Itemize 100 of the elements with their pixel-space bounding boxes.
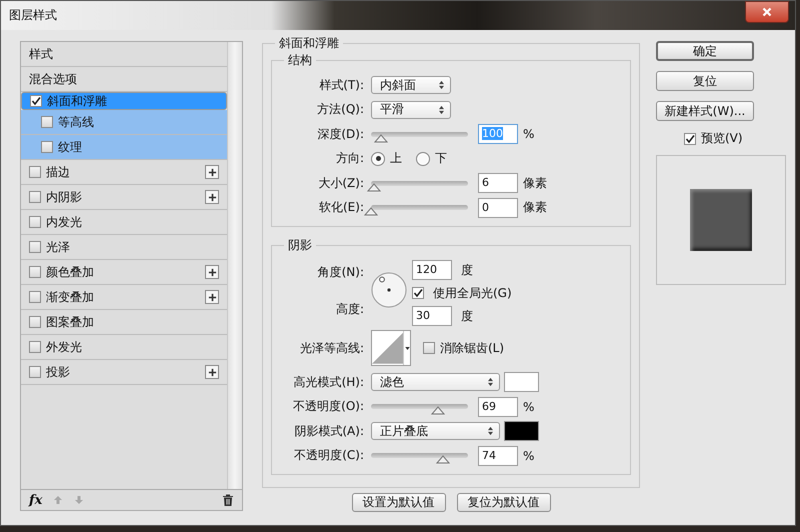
add-button[interactable]	[205, 190, 219, 204]
dropdown[interactable]: 滤色	[371, 373, 500, 392]
checkbox[interactable]	[423, 342, 435, 354]
trash-icon[interactable]	[222, 494, 234, 506]
contour-picker[interactable]	[371, 330, 411, 366]
unit-label: 像素	[523, 174, 547, 192]
field-label: 深度(D):	[316, 126, 365, 143]
checkbox-label: 使用全局光(G)	[433, 284, 512, 302]
sidebar-item[interactable]: 外发光	[21, 335, 227, 360]
add-button[interactable]	[205, 365, 219, 379]
sidebar-item[interactable]: 图案叠加	[21, 310, 227, 335]
field-label: 阴影模式(A):	[293, 422, 365, 440]
field-label: 不透明度(C):	[293, 447, 365, 464]
checkbox[interactable]	[29, 166, 41, 178]
sidebar-item[interactable]: 渐变叠加	[21, 285, 227, 310]
item-label: 渐变叠加	[46, 288, 95, 306]
field-label: 高光模式(H):	[292, 374, 365, 391]
dialog-button[interactable]: 设置为默认值	[352, 493, 446, 512]
number-field[interactable]: 69	[478, 396, 518, 417]
dropdown[interactable]: 平滑	[371, 100, 451, 119]
preview-swatch	[690, 189, 752, 251]
dialog-button[interactable]: 新建样式(W)...	[656, 101, 754, 121]
checkbox[interactable]	[29, 316, 41, 328]
updown-caret-icon	[487, 377, 494, 388]
dropdown[interactable]: 正片叠底	[371, 422, 500, 440]
checkbox[interactable]	[41, 116, 53, 128]
checkbox[interactable]	[29, 366, 41, 378]
unit-label: 度	[461, 262, 473, 278]
sidebar-item[interactable]: 描边	[21, 160, 227, 185]
slider-thumb[interactable]	[374, 134, 388, 143]
slider-thumb[interactable]	[430, 406, 445, 416]
sidebar-item[interactable]: 斜面和浮雕	[21, 92, 227, 110]
checkbox[interactable]	[684, 132, 696, 144]
add-button[interactable]	[205, 290, 219, 304]
dropdown[interactable]: 内斜面	[371, 76, 451, 94]
color-swatch[interactable]	[504, 421, 539, 442]
checkbox[interactable]	[29, 341, 41, 353]
radio-option[interactable]: 上	[371, 150, 402, 168]
number-field[interactable]: 30	[412, 306, 452, 326]
field-label: 角度(N):	[316, 264, 365, 281]
radio-button[interactable]	[416, 152, 430, 166]
unit-label: %	[523, 448, 534, 463]
item-label: 等高线	[58, 114, 95, 130]
list-header: 样式	[29, 46, 54, 62]
checkbox[interactable]	[29, 191, 41, 203]
add-button[interactable]	[205, 165, 219, 179]
angle-dial[interactable]	[371, 272, 407, 308]
item-label: 光泽	[46, 238, 71, 256]
slider-thumb[interactable]	[364, 207, 378, 216]
field-label: 软化(E):	[318, 199, 365, 216]
checkbox[interactable]	[30, 95, 42, 107]
checkbox[interactable]	[29, 216, 41, 228]
down-arrow-icon[interactable]	[74, 495, 84, 505]
unit-label: %	[523, 127, 534, 142]
checkbox-label: 预览(V)	[701, 130, 743, 147]
field-label: 大小(Z):	[317, 174, 365, 192]
close-icon	[762, 6, 772, 16]
caret-icon	[404, 346, 410, 350]
updown-caret-icon	[487, 426, 494, 436]
sidebar-item[interactable]: 纹理	[21, 135, 227, 160]
unit-label: %	[523, 400, 534, 414]
scrollbar[interactable]	[227, 42, 242, 489]
sidebar-item[interactable]: 投影	[21, 360, 227, 385]
updown-caret-icon	[438, 104, 445, 115]
item-label: 内发光	[46, 214, 83, 230]
add-button[interactable]	[205, 265, 219, 279]
checkbox[interactable]	[29, 291, 41, 303]
item-label: 外发光	[46, 338, 83, 356]
sidebar-item[interactable]: 等高线	[21, 110, 227, 135]
sidebar-item[interactable]: 颜色叠加	[21, 260, 227, 285]
group-title: 阴影	[287, 237, 313, 254]
radio-option[interactable]: 下	[416, 150, 447, 168]
checkbox[interactable]	[412, 287, 424, 299]
radio-button[interactable]	[371, 152, 385, 166]
slider-thumb[interactable]	[436, 455, 450, 464]
slider-thumb[interactable]	[366, 182, 381, 192]
checkbox[interactable]	[41, 141, 53, 153]
sidebar-item[interactable]: 内发光	[21, 210, 227, 235]
color-swatch[interactable]	[504, 372, 539, 392]
field-label: 高度:	[334, 301, 365, 318]
number-field[interactable]: 120	[412, 260, 452, 280]
close-button[interactable]	[745, 1, 789, 22]
item-label: 描边	[46, 164, 71, 180]
number-field[interactable]: 6	[478, 173, 518, 194]
field-label: 样式(T):	[318, 76, 365, 94]
group-title: 斜面和浮雕	[278, 35, 340, 52]
field-label: 光泽等高线:	[298, 340, 365, 356]
fx-button[interactable]: fx	[29, 492, 42, 508]
dialog-button[interactable]: 确定	[656, 41, 754, 61]
checkbox[interactable]	[29, 241, 41, 253]
dialog-button[interactable]: 复位为默认值	[456, 493, 550, 512]
group-title: 结构	[287, 52, 313, 69]
checkbox[interactable]	[29, 266, 41, 278]
sidebar-item[interactable]: 内阴影	[21, 185, 227, 210]
item-label: 颜色叠加	[46, 264, 95, 280]
up-arrow-icon[interactable]	[53, 495, 64, 505]
dialog-button[interactable]: 复位	[656, 71, 754, 91]
number-field[interactable]: 74	[478, 446, 518, 466]
number-field[interactable]: 0	[478, 198, 518, 218]
sidebar-item[interactable]: 光泽	[21, 235, 227, 260]
